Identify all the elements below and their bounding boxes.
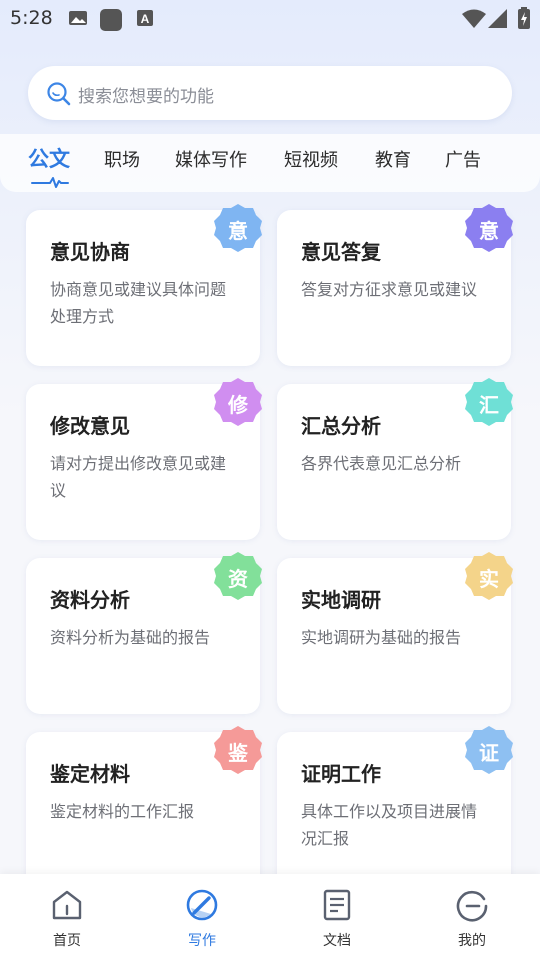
nav-document-label: 文档 bbox=[323, 933, 351, 949]
battery-icon bbox=[518, 7, 530, 33]
home-icon bbox=[52, 890, 82, 920]
card-description: 协商意见或建议具体问题处理方式 bbox=[50, 280, 227, 326]
tab-duan-shipin[interactable]: 短视频 bbox=[284, 146, 338, 172]
badge-icon: 证 bbox=[465, 726, 515, 776]
nav-home-label: 首页 bbox=[53, 933, 81, 949]
image-notification-icon bbox=[68, 9, 88, 31]
tab-zhichang[interactable]: 职场 bbox=[104, 146, 140, 172]
card-title: 意见答复 bbox=[301, 240, 381, 264]
signal-icon bbox=[488, 9, 508, 33]
card-title: 意见协商 bbox=[50, 240, 130, 264]
search-bar[interactable]: 搜索您想要的功能 bbox=[28, 66, 512, 120]
card-description: 请对方提出修改意见或建议 bbox=[50, 454, 227, 500]
status-bar: 5:28 A bbox=[0, 0, 540, 36]
card-title: 实地调研 bbox=[301, 588, 381, 612]
card-title: 修改意见 bbox=[50, 414, 130, 438]
status-time: 5:28 bbox=[10, 7, 53, 29]
card-yijian-xieshang[interactable]: 意见协商 协商意见或建议具体问题处理方式 意 bbox=[26, 204, 262, 366]
card-ziliao-fenxi[interactable]: 资料分析 资料分析为基础的报告 资 bbox=[26, 552, 262, 714]
search-icon bbox=[46, 81, 72, 111]
card-description: 答复对方征求意见或建议 bbox=[301, 280, 478, 299]
svg-text:A: A bbox=[141, 12, 150, 26]
badge-icon: 意 bbox=[465, 204, 515, 254]
card-description: 鉴定材料的工作汇报 bbox=[50, 802, 195, 821]
category-tabs: 公文 职场 媒体写作 短视频 教育 广告 bbox=[0, 134, 540, 192]
document-icon bbox=[323, 889, 351, 921]
card-description: 具体工作以及项目进展情况汇报 bbox=[301, 802, 478, 848]
badge-icon: 修 bbox=[214, 378, 264, 428]
card-title: 鉴定材料 bbox=[50, 762, 130, 786]
nav-write-label: 写作 bbox=[188, 933, 216, 949]
tab-gongwen[interactable]: 公文 bbox=[28, 143, 70, 173]
card-description: 实地调研为基础的报告 bbox=[301, 628, 462, 647]
card-xiugai-yijian[interactable]: 修改意见 请对方提出修改意见或建议 修 bbox=[26, 378, 262, 540]
card-huizong-fenxi[interactable]: 汇总分析 各界代表意见汇总分析 汇 bbox=[277, 378, 513, 540]
card-title: 资料分析 bbox=[50, 588, 130, 612]
tab-jiaoyu[interactable]: 教育 bbox=[375, 146, 411, 172]
badge-icon: 鉴 bbox=[214, 726, 264, 776]
text-notification-icon: A bbox=[136, 9, 154, 31]
badge-icon: 汇 bbox=[465, 378, 515, 428]
wifi-icon bbox=[462, 9, 486, 33]
nav-profile-label: 我的 bbox=[458, 933, 486, 949]
card-yijian-dafu[interactable]: 意见答复 答复对方征求意见或建议 意 bbox=[277, 204, 513, 366]
write-icon bbox=[186, 889, 218, 921]
badge-icon: 意 bbox=[214, 204, 264, 254]
profile-icon bbox=[456, 890, 488, 922]
badge-icon: 实 bbox=[465, 552, 515, 602]
nav-write[interactable]: 写作 bbox=[162, 888, 242, 950]
nav-document[interactable]: 文档 bbox=[297, 888, 377, 950]
card-title: 证明工作 bbox=[301, 762, 381, 786]
tab-guanggao[interactable]: 广告 bbox=[445, 146, 481, 172]
tab-meiti-xiezuo[interactable]: 媒体写作 bbox=[175, 146, 247, 172]
nav-home[interactable]: 首页 bbox=[27, 888, 107, 950]
badge-icon: 资 bbox=[214, 552, 264, 602]
bottom-navigation: 首页 写作 文档 我的 bbox=[0, 874, 540, 960]
card-description: 各界代表意见汇总分析 bbox=[301, 454, 462, 473]
search-input[interactable]: 搜索您想要的功能 bbox=[78, 82, 214, 107]
active-tab-indicator bbox=[30, 174, 70, 193]
card-title: 汇总分析 bbox=[301, 414, 381, 438]
app-notification-icon bbox=[100, 9, 122, 35]
nav-profile[interactable]: 我的 bbox=[432, 888, 512, 950]
card-description: 资料分析为基础的报告 bbox=[50, 628, 211, 647]
card-shidi-diaoyan[interactable]: 实地调研 实地调研为基础的报告 实 bbox=[277, 552, 513, 714]
